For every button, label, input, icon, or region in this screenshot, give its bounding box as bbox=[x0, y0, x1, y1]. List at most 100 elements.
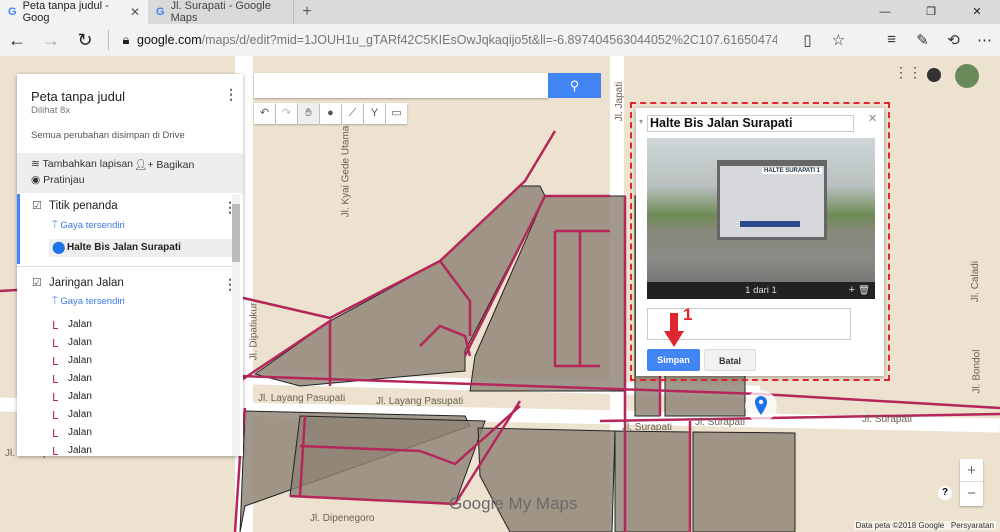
terms-link[interactable]: Persyaratan bbox=[951, 521, 994, 530]
maximize-button[interactable]: ❐ bbox=[908, 0, 954, 24]
add-marker-icon[interactable]: ● bbox=[320, 103, 341, 124]
feature-item[interactable]: ᒪ Jalan bbox=[52, 355, 202, 373]
feature-item[interactable]: ᒪ Jalan bbox=[52, 319, 202, 337]
feature-title-input[interactable]: Halte Bis Jalan Surapati bbox=[647, 115, 854, 132]
feature-item[interactable]: ᒪ Jalan bbox=[52, 391, 202, 409]
layer-style-label: Gaya tersendiri bbox=[60, 220, 125, 231]
share-button[interactable]: 👤︎+ Bagikan bbox=[134, 158, 194, 171]
back-button[interactable]: ← bbox=[0, 30, 34, 51]
share-label: Bagikan bbox=[156, 159, 195, 171]
feature-item[interactable]: ᒪ Jalan bbox=[52, 373, 202, 391]
layers-panel: Peta tanpa judul Dilihat 8x Semua peruba… bbox=[17, 74, 243, 456]
map-search-input[interactable] bbox=[254, 73, 548, 98]
ruler-icon[interactable]: ▭ bbox=[386, 103, 407, 124]
feature-item[interactable]: ᒪ Jalan bbox=[52, 445, 202, 456]
share-icon[interactable]: ⟲ bbox=[938, 31, 969, 49]
close-tab-icon[interactable]: ✕ bbox=[130, 5, 140, 19]
feature-label: Jalan bbox=[68, 391, 92, 402]
street-label: Jl. Dipenegoro bbox=[310, 513, 375, 524]
more-icon[interactable]: ⋯ bbox=[969, 31, 1000, 49]
scrollbar-thumb[interactable] bbox=[232, 204, 240, 262]
feature-item[interactable]: ᒪ Jalan bbox=[52, 409, 202, 427]
panel-scrollbar[interactable] bbox=[232, 194, 240, 456]
undo-icon[interactable]: ↶ bbox=[254, 103, 275, 124]
map-title[interactable]: Peta tanpa judul bbox=[31, 89, 125, 104]
trash-icon[interactable]: 🗑︎ bbox=[858, 282, 870, 299]
street-label: Jl. Caladi bbox=[970, 260, 982, 303]
close-icon[interactable]: ✕ bbox=[868, 112, 877, 125]
line-icon: ᒪ bbox=[52, 356, 59, 368]
feature-label: Halte Bis Jalan Surapati bbox=[67, 242, 181, 253]
layer-style-link[interactable]: ⍑ Gaya tersendiri bbox=[52, 296, 125, 307]
selected-marker[interactable] bbox=[745, 390, 777, 422]
line-icon: ᒪ bbox=[52, 320, 59, 332]
reading-view-icon[interactable]: ▯ bbox=[792, 31, 823, 49]
redo-icon[interactable]: ↷ bbox=[276, 103, 297, 124]
window-close-button[interactable]: ✕ bbox=[954, 0, 1000, 24]
street-label: Jl. Surapati bbox=[622, 422, 673, 433]
red-arrow-annotation bbox=[664, 313, 684, 347]
apps-grid-icon[interactable]: ⋮⋮ bbox=[894, 64, 922, 81]
google-my-maps-logo: Google My Maps bbox=[449, 494, 578, 513]
feature-item-selected[interactable]: ⬤ Halte Bis Jalan Surapati bbox=[49, 239, 235, 257]
notes-icon[interactable]: ✎ bbox=[907, 31, 938, 49]
feature-label: Jalan bbox=[68, 319, 92, 330]
feature-photo[interactable]: HALTE SURAPATI 1 1 dari 1 + 🗑︎ bbox=[647, 138, 875, 299]
add-layer-label: Tambahkan lapisan bbox=[42, 158, 134, 170]
tab-my-maps[interactable]: G Peta tanpa judul - Goog ✕ bbox=[0, 0, 148, 24]
save-button[interactable]: Simpan bbox=[647, 349, 700, 371]
line-icon: ᒪ bbox=[52, 428, 59, 440]
draw-line-icon[interactable]: ⟋ bbox=[342, 103, 363, 124]
hand-pan-icon[interactable]: ✋︎ bbox=[298, 103, 319, 124]
layer-checkbox[interactable]: ☑ bbox=[32, 199, 42, 212]
url-field[interactable]: google.com/maps/d/edit?mid=1JOUH1u_gTARf… bbox=[137, 33, 777, 47]
divider bbox=[854, 31, 876, 49]
line-icon: ᒪ bbox=[52, 410, 59, 422]
layer-titik-penanda[interactable]: ☑ Titik penanda ⋮ ⍑ Gaya tersendiri ⬤ Ha… bbox=[17, 194, 237, 264]
tab-label: Jl. Surapati - Google Maps bbox=[170, 0, 271, 24]
map-footer: Data peta ©2018 Google Persyaratan bbox=[853, 521, 996, 530]
lock-icon: 🔒︎ bbox=[122, 32, 130, 47]
google-icon: G bbox=[8, 6, 17, 18]
search-button[interactable]: ⚲ bbox=[548, 73, 601, 98]
photo-caption-bar: 1 dari 1 + 🗑︎ bbox=[647, 282, 875, 299]
layer-name: Jaringan Jalan bbox=[49, 277, 124, 289]
forward-button[interactable]: → bbox=[34, 30, 68, 51]
tab-google-maps[interactable]: G Jl. Surapati - Google Maps bbox=[148, 0, 294, 24]
layer-style-link[interactable]: ⍑ Gaya tersendiri bbox=[52, 220, 125, 231]
zoom-out-button[interactable]: − bbox=[960, 482, 983, 505]
layer-checkbox[interactable]: ☑ bbox=[32, 276, 42, 289]
help-button[interactable]: ? bbox=[938, 486, 952, 500]
street-label: Jl. Layang Pasupati bbox=[376, 396, 464, 407]
save-status: Semua perubahan disimpan di Drive bbox=[31, 130, 185, 141]
feature-label: Jalan bbox=[68, 337, 92, 348]
line-icon: ᒪ bbox=[52, 374, 59, 386]
search-icon: ⚲ bbox=[569, 78, 580, 93]
minimize-button[interactable]: — bbox=[862, 0, 908, 24]
directions-icon[interactable]: Y bbox=[364, 103, 385, 124]
refresh-button[interactable]: ↻ bbox=[68, 30, 102, 51]
favorite-star-icon[interactable]: ☆ bbox=[823, 31, 854, 49]
divider bbox=[108, 30, 109, 50]
feature-item[interactable]: ᒪ Jalan bbox=[52, 337, 202, 355]
street-label: Jl. Japati bbox=[614, 81, 626, 122]
add-layer-button[interactable]: ≋ Tambahkan lapisan bbox=[31, 158, 133, 170]
address-bar: ← → ↻ 🔒︎ google.com/maps/d/edit?mid=1JOU… bbox=[0, 24, 1000, 56]
panel-actions: ≋ Tambahkan lapisan 👤︎+ Bagikan ◉ Pratin… bbox=[17, 153, 243, 193]
map-options-icon[interactable]: ⋮ bbox=[224, 87, 238, 101]
hub-icon[interactable]: ≡ bbox=[876, 31, 907, 49]
layer-jaringan-jalan[interactable]: ☑ Jaringan Jalan ⋮ ⍑ Gaya tersendiri ᒪ J… bbox=[17, 271, 237, 456]
preview-button[interactable]: ◉ Pratinjau bbox=[31, 174, 85, 186]
street-label: Jl. Surapati bbox=[862, 414, 913, 425]
annotation-number: 1 bbox=[683, 305, 693, 324]
avatar[interactable] bbox=[955, 64, 979, 88]
feature-item[interactable]: ᒪ Jalan bbox=[52, 427, 202, 445]
new-tab-button[interactable]: + bbox=[294, 0, 320, 24]
bench bbox=[740, 221, 800, 227]
zoom-in-button[interactable]: + bbox=[960, 459, 983, 482]
style-dropdown-icon[interactable]: ▾ bbox=[639, 117, 643, 126]
preview-label: Pratinjau bbox=[43, 174, 85, 186]
cancel-button[interactable]: Batal bbox=[704, 349, 756, 371]
notifications-icon[interactable] bbox=[927, 68, 941, 82]
add-photo-icon[interactable]: + bbox=[849, 282, 855, 299]
